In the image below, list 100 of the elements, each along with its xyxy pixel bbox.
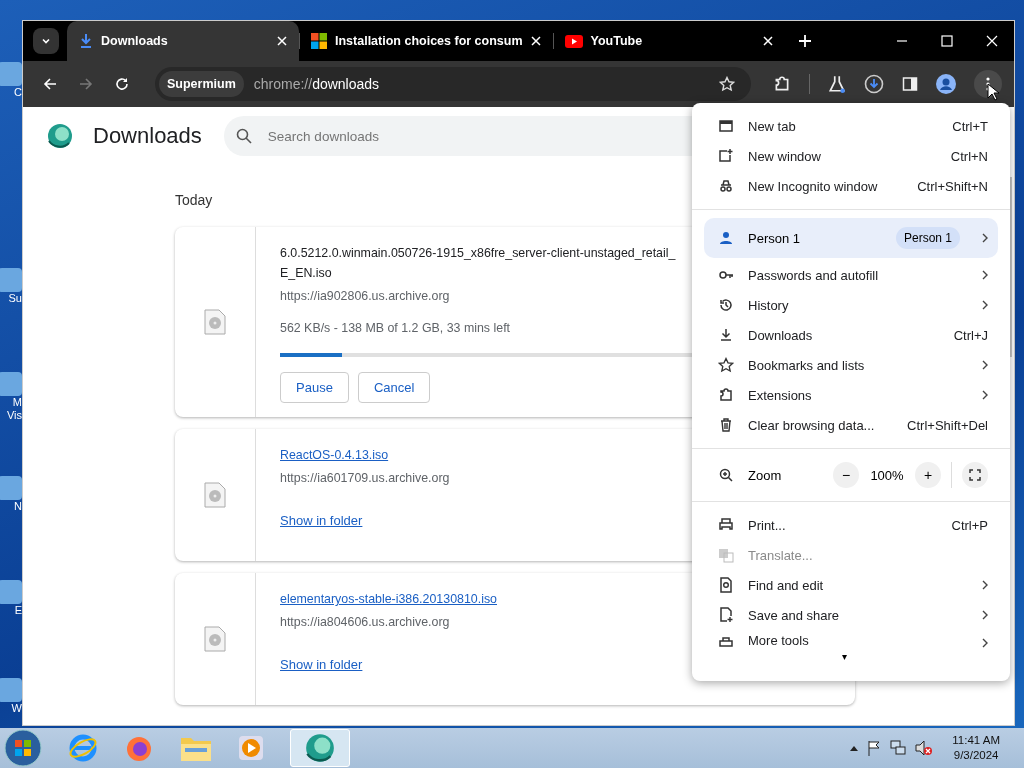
fullscreen-button[interactable] <box>962 462 988 488</box>
menu-item[interactable]: Bookmarks and lists <box>692 350 1010 380</box>
close-icon[interactable] <box>530 36 541 46</box>
chevron-down-icon <box>41 36 51 46</box>
tab-title: YouTube <box>590 34 644 48</box>
menu-item[interactable]: Clear browsing data... Ctrl+Shift+Del <box>692 410 1010 440</box>
side-panel-icon[interactable] <box>902 76 918 92</box>
flask-icon[interactable] <box>828 75 846 93</box>
profile-menu-item[interactable]: Person 1 Person 1 <box>704 218 998 258</box>
download-action-button[interactable]: Cancel <box>357 372 431 403</box>
date-heading: Today <box>175 192 214 208</box>
trash-icon <box>718 417 734 433</box>
chevron-icon <box>982 300 988 310</box>
reload-icon[interactable] <box>115 77 129 91</box>
new-tab-icon[interactable] <box>798 35 811 47</box>
download-progress-icon[interactable] <box>864 74 884 94</box>
download-action-button[interactable]: Pause <box>280 372 349 403</box>
chevron-icon <box>982 233 988 243</box>
puzzle-icon[interactable] <box>773 75 791 93</box>
tab-title: Downloads <box>101 34 169 48</box>
url-text: chrome://downloads <box>253 76 380 92</box>
translate-icon <box>718 547 734 563</box>
star-icon[interactable] <box>719 76 735 92</box>
menu-item[interactable]: Save and share <box>692 600 1010 630</box>
disc-file-icon <box>204 626 226 652</box>
source-url: https://ia902806.us.archive.org <box>280 289 450 303</box>
menu-item[interactable]: History <box>692 290 1010 320</box>
address-bar[interactable]: Supermium chrome://downloads <box>155 67 751 101</box>
search-icon <box>235 128 252 144</box>
maximize-icon[interactable] <box>941 35 953 47</box>
menu-item[interactable]: Find and edit <box>692 570 1010 600</box>
zoom-icon <box>718 467 734 483</box>
network-icon[interactable] <box>890 740 907 756</box>
disc-file-icon <box>204 482 226 508</box>
flag-icon[interactable] <box>867 740 882 756</box>
new-window-icon <box>718 148 734 164</box>
close-icon[interactable] <box>277 36 287 46</box>
file-name-link[interactable]: ReactOS-0.4.13.iso <box>280 445 389 465</box>
site-chip[interactable]: Supermium <box>159 71 244 97</box>
scroll-down-arrow[interactable]: ▾ <box>692 652 1010 662</box>
caret-up-icon[interactable] <box>850 745 859 751</box>
source-url: https://ia601709.us.archive.org <box>280 471 450 485</box>
menu-item[interactable]: More tools <box>692 630 1010 648</box>
play-icon <box>564 34 583 48</box>
menu-item[interactable]: Downloads Ctrl+J <box>692 320 1010 350</box>
zoom-label: Zoom <box>748 467 783 483</box>
zoom-in-button[interactable]: + <box>915 462 941 488</box>
desktop-shortcut-label[interactable]: C <box>14 86 22 99</box>
muted-speaker-icon[interactable] <box>915 740 934 756</box>
fullscreen-icon <box>969 469 981 481</box>
menu-item[interactable]: Passwords and autofill <box>692 260 1010 290</box>
show-in-folder-link[interactable]: Show in folder <box>280 657 363 672</box>
chevron-icon <box>982 390 988 400</box>
download-icon <box>79 33 93 49</box>
desktop-shortcut-label[interactable]: N <box>14 500 22 513</box>
taskbar-app-button[interactable] <box>290 729 350 767</box>
clock-time[interactable]: 11:41 AM <box>952 733 1000 748</box>
star-icon <box>718 357 734 373</box>
tab-title: Installation choices for consum <box>335 34 523 48</box>
avatar-icon[interactable] <box>936 74 956 94</box>
file-name: E_EN.iso <box>280 265 332 282</box>
download-icon <box>718 327 734 343</box>
chevron-icon <box>982 638 988 648</box>
file-name-link[interactable]: elementaryos-stable-i386.20130810.iso <box>280 589 497 609</box>
browser-tab[interactable]: Downloads <box>67 21 299 61</box>
incognito-icon <box>718 178 734 194</box>
menu-item[interactable]: Print... Ctrl+P <box>692 510 1010 540</box>
chevron-icon <box>982 360 988 370</box>
chevron-icon <box>982 270 988 280</box>
four-squares-icon <box>311 33 327 49</box>
tab-search-button[interactable] <box>33 28 59 54</box>
menu-item[interactable]: Extensions <box>692 380 1010 410</box>
clock-date[interactable]: 9/3/2024 <box>953 748 999 763</box>
history-icon <box>718 297 734 313</box>
disc-file-icon <box>204 309 226 335</box>
close-icon[interactable] <box>762 36 773 46</box>
file-plus-icon <box>718 607 734 623</box>
page-title: Downloads <box>93 123 202 149</box>
zoom-out-button[interactable]: − <box>833 462 859 488</box>
menu-item[interactable]: New Incognito window Ctrl+Shift+N <box>692 171 1010 201</box>
desktop-shortcut-label[interactable]: M Vis <box>6 396 22 422</box>
profile-badge: Person 1 <box>895 227 960 249</box>
browser-tab[interactable]: Installation choices for consum <box>299 21 553 61</box>
back-icon[interactable] <box>43 77 57 91</box>
mouse-cursor-icon <box>987 83 999 101</box>
desktop-shortcut-label[interactable]: W <box>11 702 22 715</box>
show-in-folder-link[interactable]: Show in folder <box>280 513 363 528</box>
forward-icon[interactable] <box>79 77 93 91</box>
window-icon <box>718 118 734 134</box>
zoom-value: 100% <box>869 467 905 483</box>
browser-logo-icon <box>47 123 73 149</box>
desktop-shortcut-label[interactable]: E <box>14 604 22 617</box>
source-url: https://ia804606.us.archive.org <box>280 615 450 629</box>
printer-icon <box>718 517 734 533</box>
find-icon <box>718 577 734 593</box>
browser-tab[interactable]: YouTube <box>552 21 785 61</box>
desktop-shortcut-label[interactable]: Su <box>8 292 22 305</box>
person-icon <box>718 230 734 246</box>
close-icon[interactable] <box>986 35 998 47</box>
start-button[interactable] <box>4 729 42 767</box>
